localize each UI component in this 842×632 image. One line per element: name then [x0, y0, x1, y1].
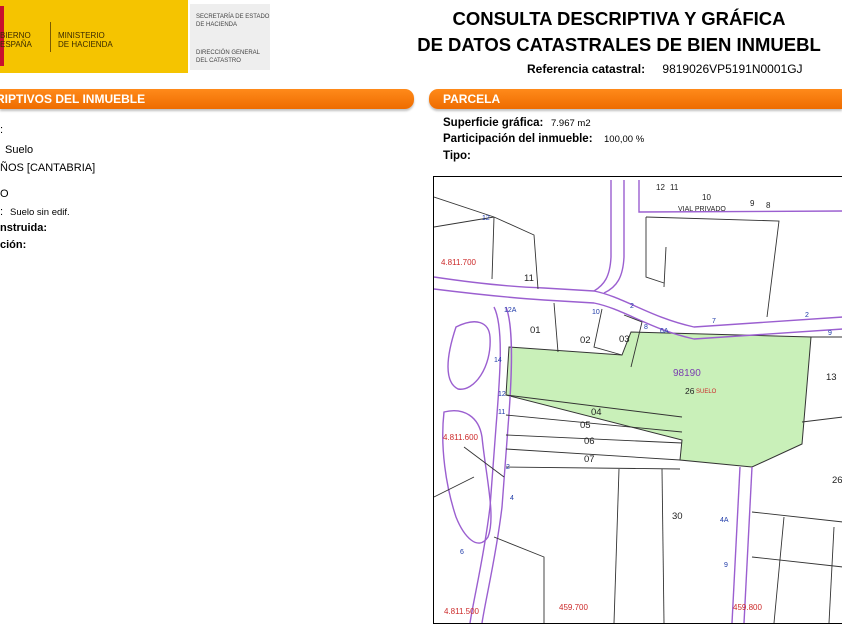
superficie-value: 7.967 m2: [551, 118, 591, 129]
parcel-label-26: 26: [832, 475, 842, 486]
section-header-property-data: RIPTIVOS DEL INMUEBLE: [0, 89, 414, 109]
street-number: 9: [724, 562, 728, 569]
cadastral-map: 12 11 10 9 8 VIAL PRIVADO 11 01 02 03 04…: [433, 176, 842, 624]
superficie-label: Superficie gráfica:: [443, 117, 544, 129]
property-field-use-value: Suelo sin edif.: [10, 207, 70, 218]
property-field-use-colon: :: [0, 206, 4, 218]
street-number: 9: [828, 330, 832, 337]
parcel-label-11: 11: [524, 273, 534, 284]
coordinate-y-label: 4.811.500: [444, 607, 479, 616]
property-field-1: :: [0, 124, 4, 136]
cadastral-reference: Referencia catastral: 9819026VP5191N0001…: [527, 62, 803, 76]
logo-dir-line2: DEL CATASTRO: [196, 58, 241, 64]
participacion-label: Participación del inmueble:: [443, 133, 593, 145]
logo-dir-line1: DIRECCIÓN GENERAL: [196, 50, 261, 56]
section-header-property-data-label: RIPTIVOS DEL INMUEBLE: [0, 92, 146, 106]
property-field-construction-year: ción:: [0, 239, 27, 251]
parcel-label-02: 02: [580, 335, 591, 346]
parcel-label-30: 30: [672, 511, 683, 522]
logo-ministry-line2: DE HACIENDA: [58, 40, 113, 49]
title-line1: CONSULTA DESCRIPTIVA Y GRÁFICA: [452, 8, 786, 29]
cadastral-reference-value: 9819026VP5191N0001GJ: [662, 62, 803, 76]
street-number: 8: [644, 324, 648, 331]
section-header-parcela: PARCELA: [429, 89, 842, 109]
participacion-value: 100,00 %: [604, 134, 645, 145]
parcel-sub-word: SUELO: [696, 389, 717, 395]
logo-gov-line1: BIERNO: [0, 31, 31, 40]
street-number: 2: [630, 303, 634, 310]
parcel-label-07: 07: [584, 454, 595, 465]
street-number: 7: [712, 318, 716, 325]
logo-divider: [50, 22, 51, 52]
title-line2: DE DATOS CATASTRALES DE BIEN INMUEBL: [417, 34, 821, 55]
street-number: 12: [498, 391, 506, 398]
logo-secretariat-block: SECRETARÍA DE ESTADO DE HACIENDA DIRECCI…: [190, 4, 270, 70]
parcel-label-04: 04: [591, 407, 602, 418]
parcel-label-06: 06: [584, 436, 595, 447]
logo-yellow-block: BIERNO ESPAÑA MINISTERIO DE HACIENDA: [0, 0, 188, 73]
street-number: 2: [506, 464, 510, 471]
parcel-label-03: 03: [619, 334, 630, 345]
logo-gov-line2: ESPAÑA: [0, 40, 32, 49]
label-number: 10: [702, 193, 711, 202]
label-number: 12: [656, 183, 665, 192]
parcel-sub-label: 26: [685, 386, 695, 396]
tipo-label: Tipo:: [443, 150, 471, 162]
highlighted-parcel: [505, 331, 812, 468]
street-number: 14: [494, 357, 502, 364]
coordinate-y-label: 4.811.700: [441, 258, 476, 267]
street-number: 11: [498, 409, 506, 416]
street-number: 12: [482, 215, 490, 222]
logo-ministry-line1: MINISTERIO: [58, 31, 105, 40]
street-number: 12A: [504, 307, 517, 314]
property-field-built-area: nstruida:: [0, 222, 48, 234]
street-number: 10: [592, 309, 600, 316]
label-number: 8: [766, 201, 771, 210]
parcel-label-01: 01: [530, 325, 541, 336]
logo-sec-line1: SECRETARÍA DE ESTADO: [196, 14, 270, 20]
label-private-road: VIAL PRIVADO: [678, 206, 726, 213]
parcel-label-05: 05: [580, 420, 591, 431]
parcel-label-13: 13: [826, 372, 837, 383]
street-number: 6: [460, 549, 464, 556]
coordinate-x-label: 459.700: [559, 603, 588, 612]
property-field-location: ÑOS [CANTABRIA]: [0, 162, 96, 174]
street-number: 4: [510, 495, 514, 502]
property-field-class: O: [0, 188, 9, 200]
property-field-use: Suelo: [5, 144, 34, 156]
label-number: 11: [670, 183, 679, 192]
coordinate-y-label: 4.811.600: [443, 433, 478, 442]
map-drawing: [434, 180, 842, 623]
parcel-id-label: 98190: [673, 368, 701, 379]
logo-sec-line2: DE HACIENDA: [196, 22, 238, 28]
street-number: 4A: [720, 517, 729, 524]
coordinate-x-label: 459.800: [733, 603, 762, 612]
label-number: 9: [750, 199, 755, 208]
street-number: 2: [805, 312, 809, 319]
page-title: CONSULTA DESCRIPTIVA Y GRÁFICA DE DATOS …: [404, 6, 834, 58]
street-number: 6A: [660, 328, 669, 335]
section-header-parcela-label: PARCELA: [443, 92, 501, 106]
cadastral-reference-label: Referencia catastral:: [527, 62, 646, 76]
